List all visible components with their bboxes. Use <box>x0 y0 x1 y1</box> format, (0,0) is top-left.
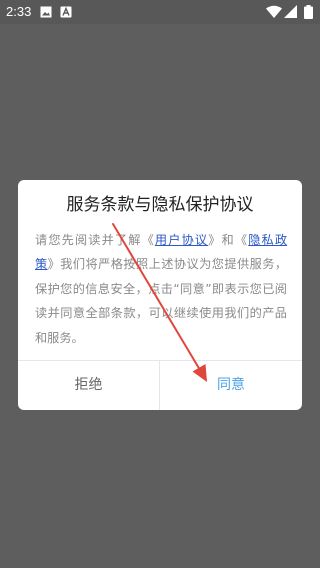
annotation-arrow-icon <box>112 223 207 382</box>
